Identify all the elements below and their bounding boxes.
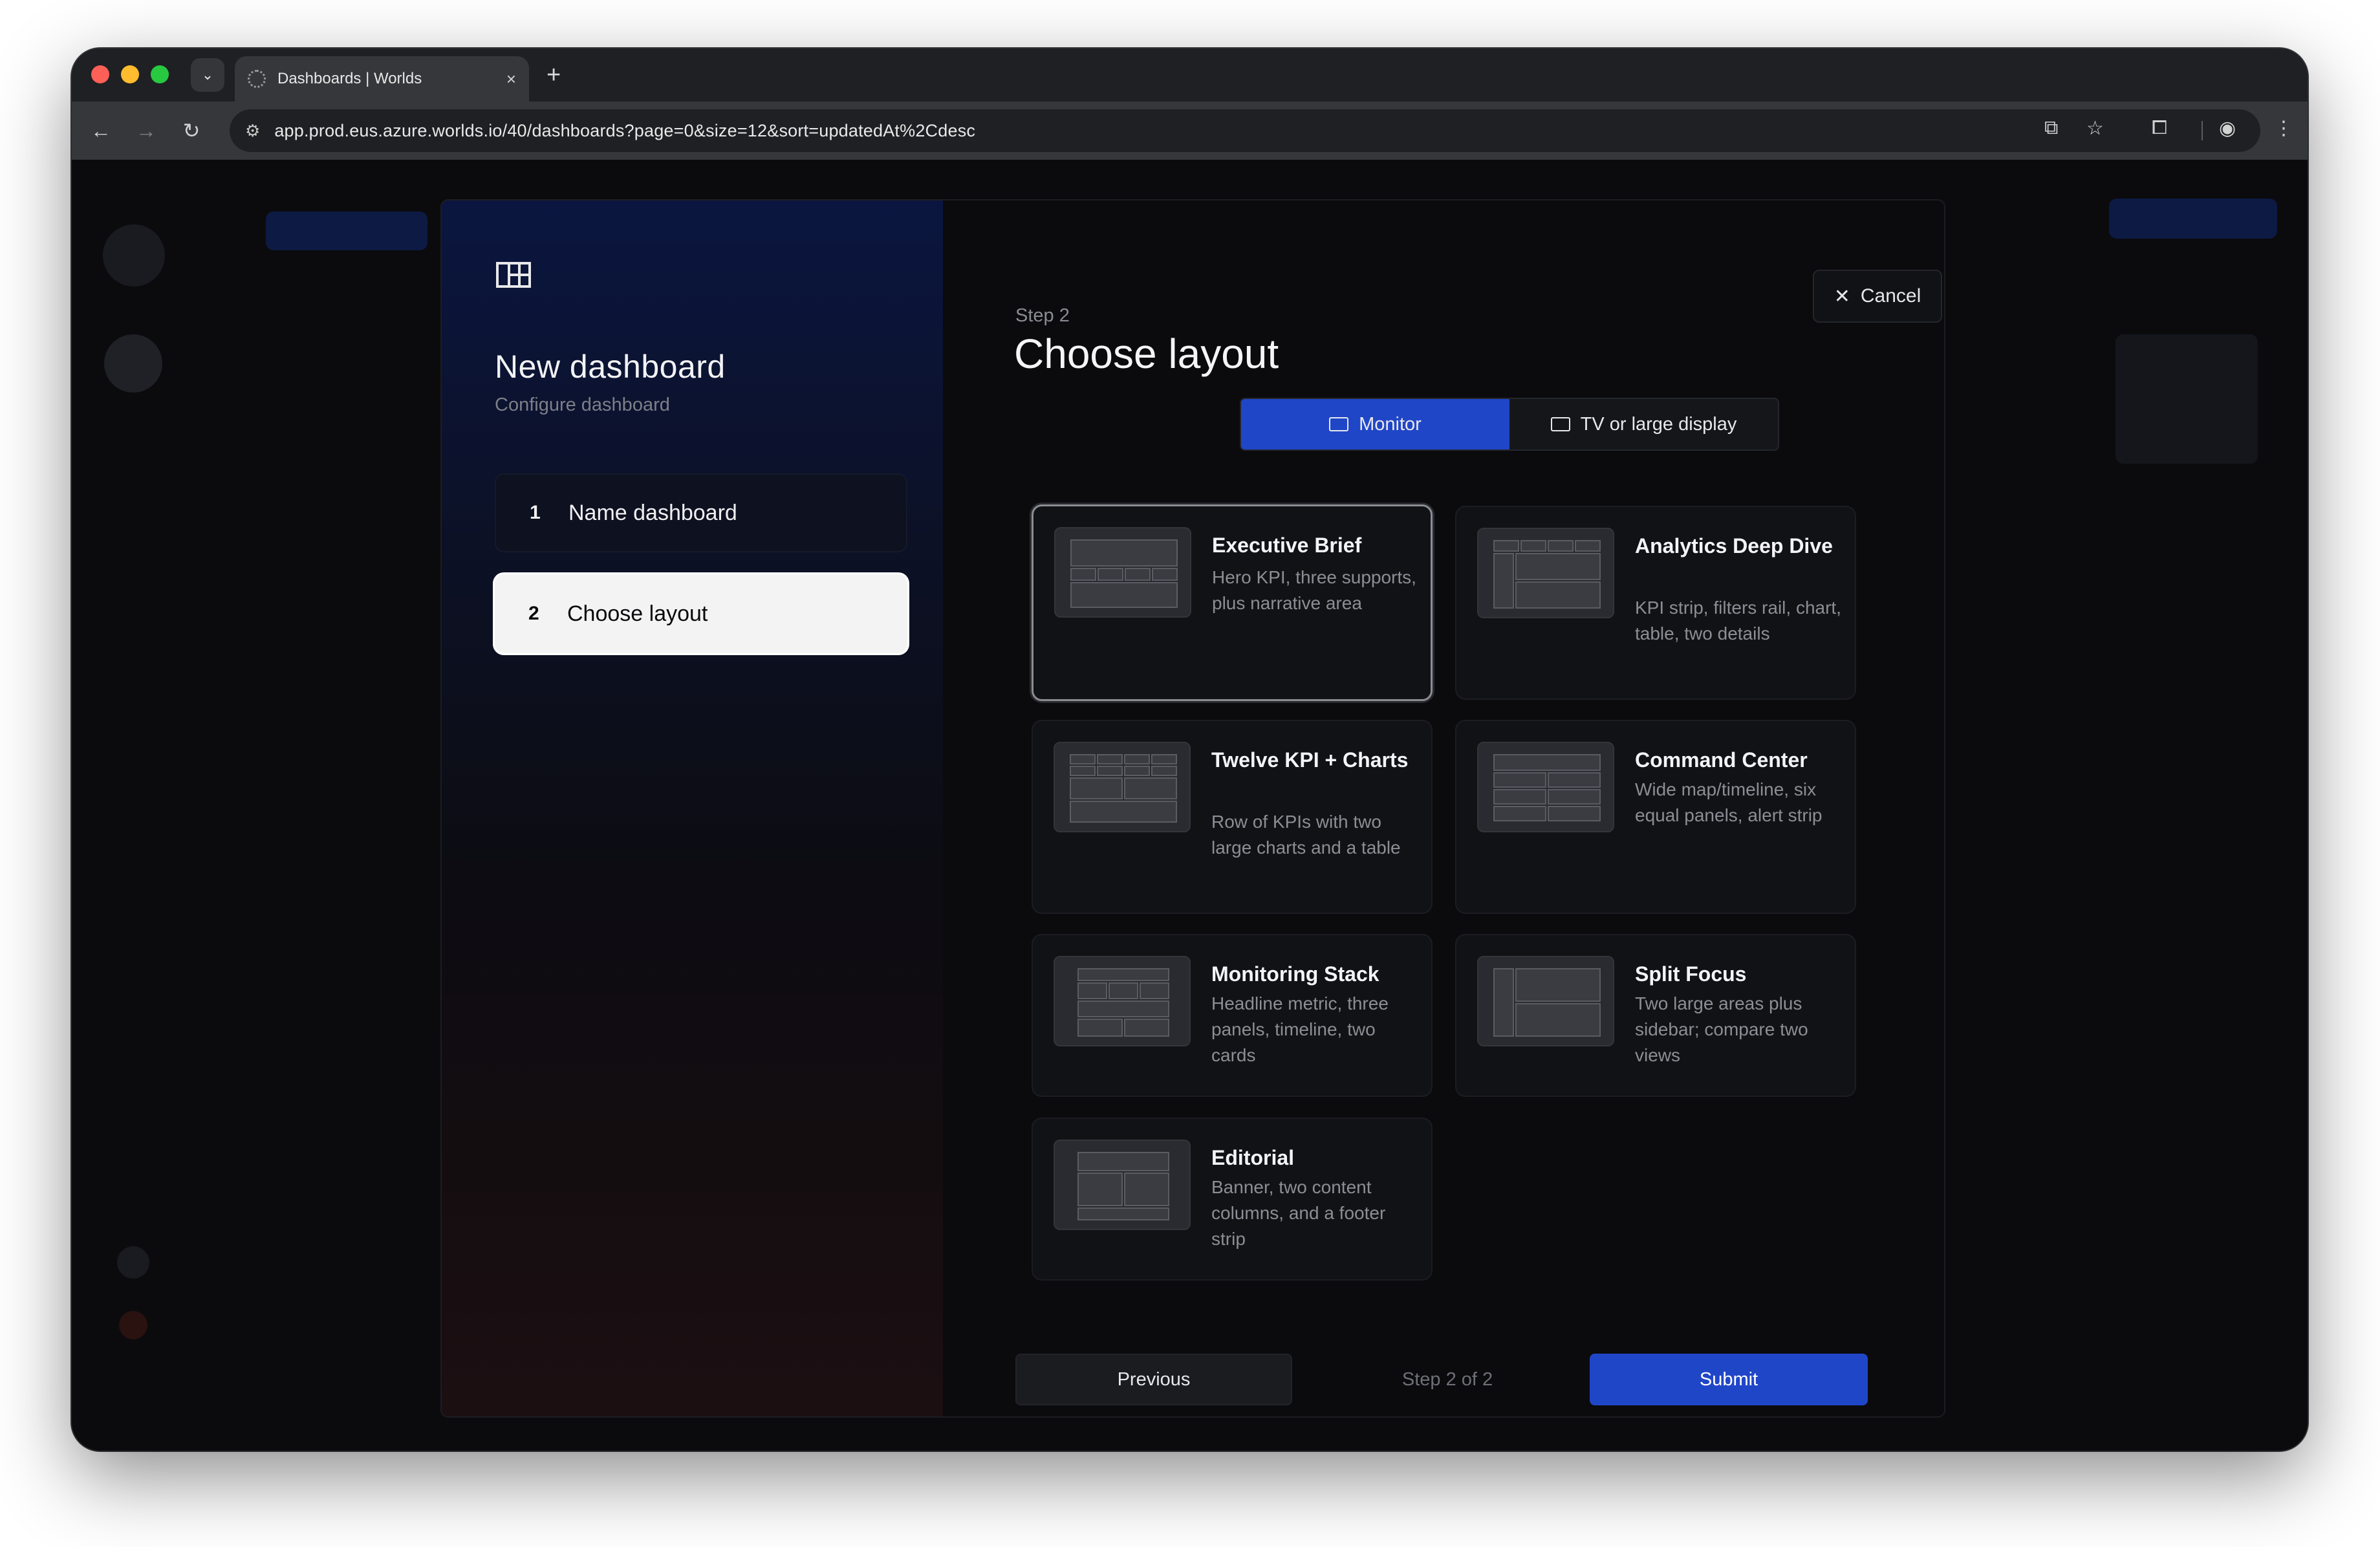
dashboard-layout-icon	[496, 262, 531, 288]
layout-title: Editorial	[1211, 1146, 1295, 1169]
layout-preview-icon	[1070, 754, 1177, 823]
layout-preview-icon	[1077, 968, 1169, 1037]
background-card	[2115, 334, 2258, 464]
wizard-sidebar: New dashboard Configure dashboard 1 Name…	[442, 200, 943, 1416]
layout-card-analytics-deep-dive[interactable]: Analytics Deep Dive KPI strip, filters r…	[1455, 506, 1856, 700]
previous-button[interactable]: Previous	[1015, 1354, 1292, 1405]
layout-thumbnail	[1477, 528, 1614, 618]
layout-card-editorial[interactable]: Editorial Banner, two content columns, a…	[1032, 1118, 1433, 1281]
tab-bar: ⌄ Dashboards | Worlds × +	[72, 49, 2308, 102]
url-text: app.prod.eus.azure.worlds.io/40/dashboar…	[274, 120, 976, 140]
minimize-window-button[interactable]	[121, 65, 139, 83]
layout-description: KPI strip, filters rail, chart, table, t…	[1635, 598, 1841, 644]
step-number: 2	[528, 603, 539, 624]
wizard-subtitle: Configure dashboard	[495, 395, 670, 415]
layout-title: Analytics Deep Dive	[1635, 534, 1833, 557]
layout-preview-icon	[1493, 754, 1601, 821]
background-button	[266, 211, 427, 250]
tab-close-button[interactable]: ×	[506, 69, 516, 89]
toolbar-divider	[2202, 121, 2203, 140]
layout-thumbnail	[1054, 1140, 1191, 1230]
wizard-step-name-dashboard[interactable]: 1 Name dashboard	[495, 473, 907, 552]
monitor-icon	[1329, 417, 1349, 431]
layout-card-monitoring-stack[interactable]: Monitoring Stack Headline metric, three …	[1032, 934, 1433, 1097]
layout-title: Executive Brief	[1212, 534, 1362, 557]
tab-title: Dashboards | Worlds	[277, 70, 422, 87]
layout-card-command-center[interactable]: Command Center Wide map/timeline, six eq…	[1455, 720, 1856, 914]
tab-search-button[interactable]: ⌄	[191, 58, 224, 92]
alert-icon	[119, 1311, 147, 1339]
layout-thumbnail	[1477, 742, 1614, 832]
toggle-tv-display[interactable]: TV or large display	[1509, 399, 1778, 449]
tv-icon	[1550, 417, 1570, 431]
step-label: Name dashboard	[568, 500, 737, 525]
step-counter: Step 2 of 2	[1401, 1368, 1493, 1390]
layout-description: Banner, two content columns, and a foote…	[1211, 1177, 1386, 1249]
close-icon: ✕	[1834, 285, 1850, 307]
layout-preview-icon	[1077, 1152, 1169, 1220]
layout-description: Headline metric, three panels, timeline,…	[1211, 993, 1389, 1065]
close-window-button[interactable]	[91, 65, 109, 83]
display-type-toggle: Monitor TV or large display	[1240, 398, 1779, 451]
browser-tab[interactable]: Dashboards | Worlds ×	[235, 56, 529, 102]
settings-icon	[117, 1246, 149, 1279]
extensions-icon[interactable]: ⧠	[2152, 117, 2167, 139]
toggle-monitor[interactable]: Monitor	[1241, 399, 1509, 449]
layout-title: Twelve KPI + Charts	[1211, 748, 1409, 772]
reload-button[interactable]: ↻	[177, 116, 206, 146]
new-dashboard-modal: New dashboard Configure dashboard 1 Name…	[442, 200, 1944, 1416]
layout-card-executive-brief[interactable]: Executive Brief Hero KPI, three supports…	[1032, 504, 1433, 701]
submit-button[interactable]: Submit	[1590, 1354, 1868, 1405]
layout-description: Wide map/timeline, six equal panels, ale…	[1635, 779, 1823, 825]
layout-card-twelve-kpi-charts[interactable]: Twelve KPI + Charts Row of KPIs with two…	[1032, 720, 1433, 914]
page-title: Choose layout	[1014, 330, 1279, 377]
layout-title: Split Focus	[1635, 962, 1747, 986]
layout-card-split-focus[interactable]: Split Focus Two large areas plus sidebar…	[1455, 934, 1856, 1097]
cancel-button[interactable]: ✕ Cancel	[1813, 270, 1942, 323]
logo-icon	[103, 224, 165, 287]
sidebar-rail	[98, 186, 169, 1414]
profile-icon[interactable]: ◉	[2219, 117, 2236, 140]
cancel-label: Cancel	[1860, 285, 1921, 307]
install-app-icon[interactable]: ⧉	[2044, 117, 2058, 139]
layout-description: Row of KPIs with two large charts and a …	[1211, 812, 1401, 858]
site-info-icon[interactable]: ⚙	[245, 121, 260, 141]
layout-preview-icon	[1493, 968, 1601, 1037]
back-button[interactable]: ←	[86, 116, 116, 146]
layout-thumbnail	[1477, 956, 1614, 1046]
step-indicator: Step 2	[1015, 305, 1070, 326]
avatar	[104, 334, 162, 393]
layout-title: Monitoring Stack	[1211, 962, 1379, 986]
layout-preview-icon	[1070, 539, 1178, 608]
background-button	[2109, 199, 2277, 239]
forward-button[interactable]: →	[131, 116, 161, 146]
more-menu-icon[interactable]: ⋮	[2274, 117, 2293, 140]
layout-description: Hero KPI, three supports, plus narrative…	[1212, 567, 1416, 613]
arrow-right-icon: →	[136, 118, 157, 142]
layout-thumbnail	[1054, 956, 1191, 1046]
chevron-down-icon: ⌄	[201, 67, 214, 83]
wizard-step-choose-layout[interactable]: 2 Choose layout	[495, 574, 907, 653]
new-tab-button[interactable]: +	[546, 59, 561, 91]
browser-toolbar: ← → ↻ ⚙ app.prod.eus.azure.worlds.io/40/…	[72, 102, 2308, 160]
toggle-tv-label: TV or large display	[1580, 413, 1737, 435]
layout-thumbnail	[1054, 527, 1191, 618]
layout-description: Two large areas plus sidebar; compare tw…	[1635, 993, 1808, 1065]
toggle-monitor-label: Monitor	[1359, 413, 1422, 435]
reload-icon: ↻	[182, 119, 200, 142]
layout-title: Command Center	[1635, 748, 1808, 772]
bookmark-star-icon[interactable]: ☆	[2086, 117, 2104, 140]
step-number: 1	[530, 502, 541, 523]
layout-thumbnail	[1054, 742, 1191, 832]
arrow-left-icon: ←	[91, 118, 111, 142]
browser-window: ⌄ Dashboards | Worlds × + ← → ↻ ⚙ app.pr…	[72, 49, 2308, 1451]
layout-preview-icon	[1493, 540, 1601, 609]
wizard-content: Step 2 Choose layout ✕ Cancel Monitor TV…	[943, 200, 1944, 1416]
wizard-title: New dashboard	[495, 349, 726, 385]
favicon-icon	[248, 70, 266, 88]
address-bar[interactable]: ⚙ app.prod.eus.azure.worlds.io/40/dashbo…	[230, 109, 2260, 152]
step-label: Choose layout	[567, 601, 708, 626]
maximize-window-button[interactable]	[151, 65, 169, 83]
